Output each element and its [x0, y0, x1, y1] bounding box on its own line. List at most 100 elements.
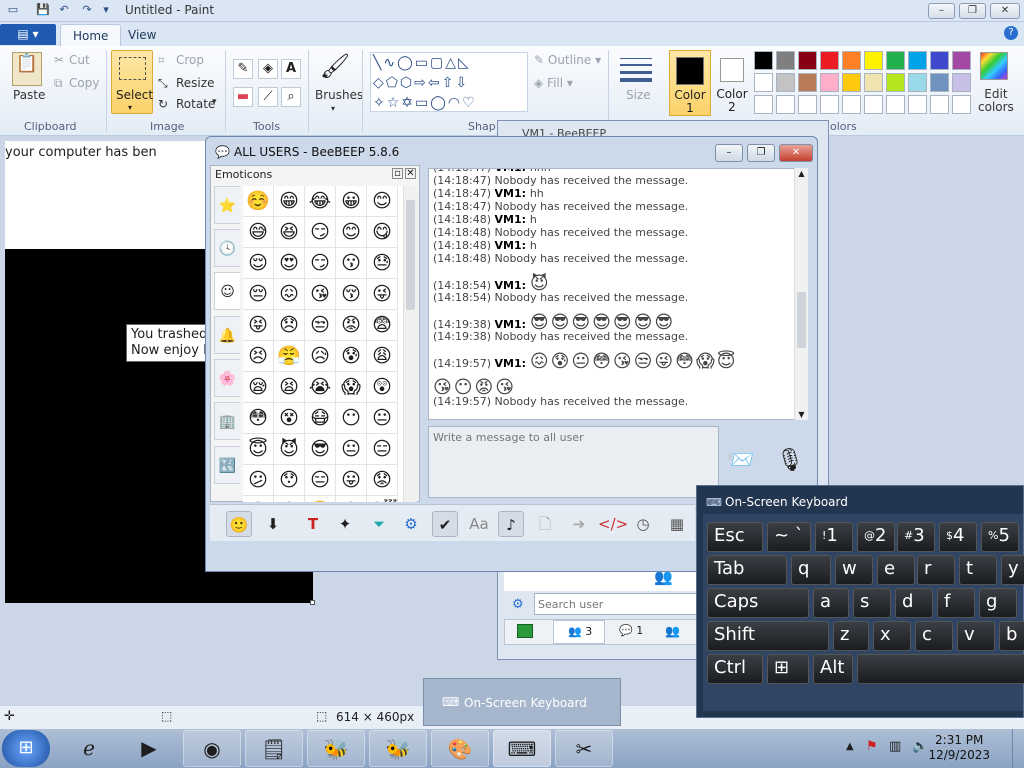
brushes-button[interactable]: Brushes — [315, 88, 363, 102]
key-t[interactable]: t — [959, 555, 997, 585]
key-s[interactable]: s — [853, 588, 891, 618]
tab-users[interactable]: 👥 3 — [553, 620, 605, 644]
palette-swatch[interactable] — [842, 73, 861, 92]
emoticon-tab-objects[interactable]: 🔔 — [214, 316, 240, 354]
clock-icon[interactable]: ◷ — [630, 511, 656, 537]
show-desktop-button[interactable] — [1012, 729, 1024, 768]
color-wand-icon[interactable]: ✦ — [332, 511, 358, 537]
key-space[interactable] — [857, 654, 1024, 684]
chrome-icon[interactable]: ◉ — [183, 730, 241, 767]
key-⊞[interactable]: ⊞ — [767, 654, 809, 684]
tray-expand-icon[interactable]: ▲ — [846, 741, 854, 752]
emoticon[interactable]: 😊 — [336, 217, 367, 248]
custom-color-slot[interactable] — [886, 95, 905, 114]
palette-swatch[interactable] — [776, 73, 795, 92]
emoticon-tab-places[interactable]: 🏢 — [214, 402, 240, 440]
sound-icon[interactable]: ♪ — [498, 511, 524, 537]
microphone-icon[interactable]: 🎙 — [776, 448, 804, 473]
sticky-notes-icon[interactable]: 🗒 — [245, 730, 303, 767]
fill-button[interactable]: ◈ Fill ▾ — [534, 76, 573, 90]
emoticon[interactable]: 😚 — [336, 279, 367, 310]
tab-view[interactable]: View — [116, 24, 168, 46]
custom-color-slot[interactable] — [842, 95, 861, 114]
emoticon[interactable]: 😑 — [367, 434, 398, 465]
snipping-tool-icon[interactable]: ✂ — [555, 730, 613, 767]
emoticon[interactable]: 😞 — [274, 310, 305, 341]
palette-swatch[interactable] — [864, 73, 883, 92]
key-2[interactable]: @2 — [857, 522, 895, 552]
emoticon[interactable]: 😓 — [367, 248, 398, 279]
system-clock[interactable]: 2:31 PM 12/9/2023 — [928, 733, 990, 763]
osk-taskbar-preview[interactable]: ⌨ On-Screen Keyboard — [423, 678, 621, 726]
emoticon-tab-people[interactable]: ☺ — [214, 272, 240, 310]
crop-icon[interactable]: ⌗ — [158, 53, 165, 68]
rotate-button[interactable]: Rotate — [176, 97, 215, 111]
select-button[interactable]: Select ▾ — [111, 50, 153, 114]
palette-swatch[interactable] — [908, 73, 927, 92]
key-shift[interactable]: Shift — [707, 621, 829, 651]
size-icon[interactable] — [620, 56, 652, 82]
filter-icon[interactable]: ⏷ — [366, 511, 392, 537]
key-v[interactable]: v — [957, 621, 995, 651]
palette-swatch[interactable] — [798, 73, 817, 92]
beebeep-taskbar-icon[interactable]: 🐝 — [307, 730, 365, 767]
paste-button[interactable]: Paste — [13, 88, 45, 102]
paint-app-icon[interactable]: ▭ — [6, 3, 20, 17]
palette-swatch[interactable] — [820, 51, 839, 70]
emoticon[interactable]: 😑 — [305, 465, 336, 496]
emoticon[interactable]: 😩 — [367, 341, 398, 372]
emoticon-tab-symbols[interactable]: 🔣 — [214, 446, 240, 484]
size-button[interactable]: Size — [626, 88, 651, 102]
spellcheck-icon[interactable]: ✔ — [432, 511, 458, 537]
emoticon[interactable]: 😐 — [336, 434, 367, 465]
custom-color-slot[interactable] — [820, 95, 839, 114]
color2-button[interactable]: Color 2 — [716, 50, 750, 116]
palette-swatch[interactable] — [930, 51, 949, 70]
settings-icon[interactable]: ⚙ — [398, 511, 424, 537]
emoticon[interactable]: 😣 — [243, 341, 274, 372]
paste-icon[interactable]: 📋 — [12, 52, 42, 86]
key-d[interactable]: d — [895, 588, 933, 618]
emoticon[interactable]: 😭 — [305, 372, 336, 403]
emoticon[interactable]: 😕 — [243, 465, 274, 496]
canvas-resize-handle[interactable] — [310, 600, 315, 605]
emoticon[interactable]: 😯 — [274, 465, 305, 496]
outline-button[interactable]: ✎ Outline ▾ — [534, 53, 601, 67]
emoticon[interactable]: 😖 — [274, 279, 305, 310]
emoticon[interactable]: 😲 — [367, 372, 398, 403]
emoticons-icon[interactable]: 🙂 — [226, 511, 252, 537]
redo-icon[interactable]: ↷ — [80, 3, 94, 17]
text-tool-icon[interactable]: A — [281, 59, 301, 79]
crop-button[interactable]: Crop — [176, 53, 204, 67]
emoticon[interactable]: 😇 — [243, 434, 274, 465]
edit-colors-icon[interactable] — [980, 52, 1008, 80]
custom-color-slot[interactable] — [864, 95, 883, 114]
key-caps[interactable]: Caps — [707, 588, 809, 618]
palette-swatch[interactable] — [864, 51, 883, 70]
volume-icon[interactable]: 🔈 — [912, 739, 928, 754]
internet-explorer-icon[interactable]: ℯ — [60, 730, 118, 767]
emoticon[interactable]: 😱 — [336, 372, 367, 403]
emoticon[interactable]: 😊 — [367, 186, 398, 217]
palette-swatch[interactable] — [754, 51, 773, 70]
emoticon[interactable]: 😂 — [305, 186, 336, 217]
emoticon[interactable]: 😥 — [305, 341, 336, 372]
emoticon[interactable]: 😪 — [243, 372, 274, 403]
custom-color-slot[interactable] — [930, 95, 949, 114]
palette-swatch[interactable] — [754, 73, 773, 92]
emoticon[interactable]: 😏 — [305, 248, 336, 279]
brushes-icon[interactable]: 🖌 — [318, 52, 352, 86]
shapes-gallery[interactable]: ╲∿◯▭▢△◺ ◇⬠⬡⇨⇦⇧⇩ ✧☆✡▭◯◠♡ — [370, 52, 528, 112]
resize-icon[interactable]: ⤡ — [158, 76, 168, 91]
emoticon[interactable]: 😫 — [274, 372, 305, 403]
minimize-button[interactable]: – — [928, 3, 955, 19]
key-x[interactable]: x — [873, 621, 911, 651]
start-button[interactable]: ⊞ — [2, 730, 50, 767]
help-icon[interactable]: ? — [1004, 26, 1018, 40]
emoticon[interactable]: 😟 — [367, 465, 398, 496]
message-input[interactable] — [429, 427, 718, 497]
key-z[interactable]: z — [833, 621, 869, 651]
file-icon[interactable]: 🗋 — [532, 511, 558, 537]
emoticon[interactable]: 😍 — [274, 248, 305, 279]
tab-chats[interactable]: 💬 1 — [613, 620, 659, 644]
